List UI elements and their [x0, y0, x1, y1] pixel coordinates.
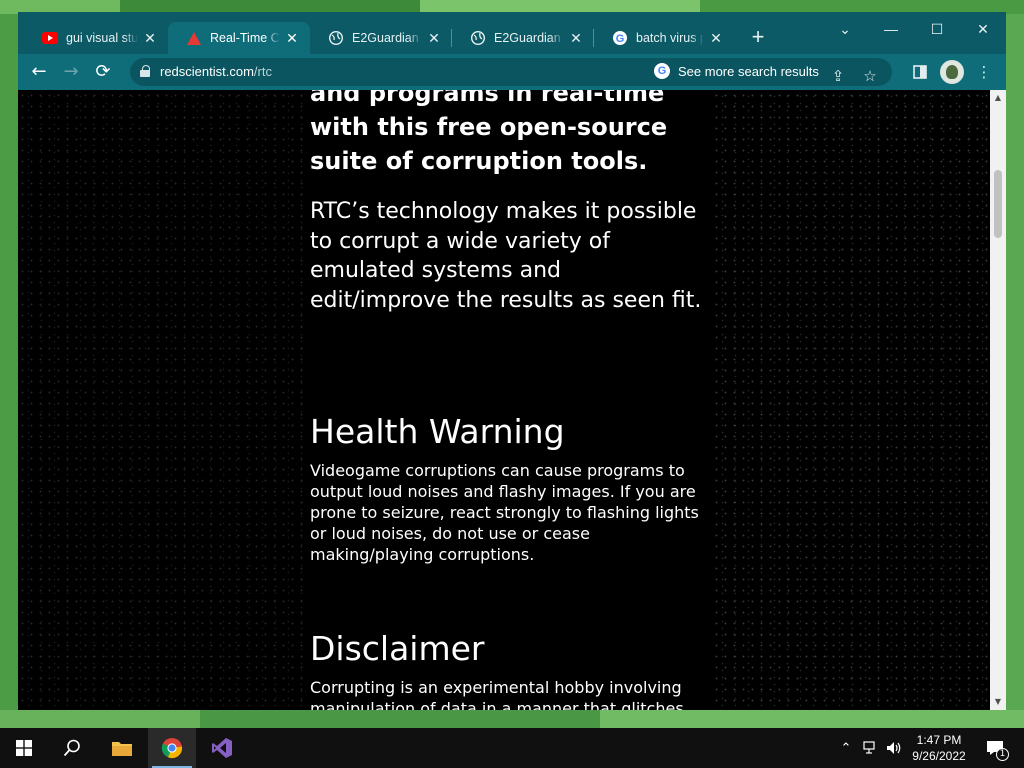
google-icon: G	[612, 30, 628, 46]
close-tab-icon[interactable]: ✕	[568, 30, 584, 46]
tab-title: E2Guardian - Access Denied	[494, 31, 564, 45]
tab-title: gui visual studio	[66, 31, 138, 45]
disclaimer-text: Corrupting is an experimental hobby invo…	[310, 678, 684, 710]
tab-bar: gui visual studio ✕ Real-Time Corruptor …	[18, 12, 1006, 54]
scroll-up-arrow[interactable]: ▲	[990, 90, 1006, 106]
globe-icon	[470, 30, 486, 46]
tab-e2guardian-2[interactable]: E2Guardian - Access Denied ✕	[452, 22, 594, 54]
file-explorer-button[interactable]	[98, 728, 146, 768]
close-tab-icon[interactable]: ✕	[142, 30, 158, 46]
network-icon[interactable]	[860, 728, 882, 768]
lead-line: suite of corruption tools.	[310, 147, 648, 175]
visual-studio-button[interactable]	[198, 728, 246, 768]
tab-e2guardian-1[interactable]: E2Guardian - Access Denied ✕	[310, 22, 452, 54]
rtc-icon	[186, 30, 202, 46]
url-text: redscientist.com/rtc	[160, 64, 272, 79]
minimize-button[interactable]: —	[868, 16, 914, 42]
menu-kebab-icon[interactable]: ⋮	[972, 60, 996, 84]
browser-toolbar: ← → ⟳ redscientist.com/rtc G See more se…	[18, 54, 1006, 90]
disclaimer-heading: Disclaimer	[310, 629, 485, 668]
globe-icon	[328, 30, 344, 46]
show-hidden-icons-chevron[interactable]: ⌃	[836, 728, 856, 768]
lead-line: with this free open-source	[310, 113, 668, 141]
close-tab-icon[interactable]: ✕	[284, 30, 300, 46]
page-viewport: and programs in real-time with this free…	[18, 90, 990, 710]
maximize-button[interactable]: ☐	[914, 16, 960, 42]
youtube-icon	[42, 30, 58, 46]
close-tab-icon[interactable]: ✕	[426, 30, 442, 46]
page-scrollbar[interactable]: ▲ ▼	[990, 90, 1006, 710]
close-tab-icon[interactable]: ✕	[708, 30, 724, 46]
technology-paragraph: RTC’s technology makes it possible to co…	[310, 199, 702, 313]
svg-text:G: G	[616, 33, 625, 45]
tab-batch-virus-prank[interactable]: G batch virus prank ✕	[594, 22, 734, 54]
system-clock[interactable]: 1:47 PM 9/26/2022	[904, 732, 974, 764]
tab-gui-visual-studio[interactable]: gui visual studio ✕	[24, 22, 168, 54]
google-icon: G	[654, 63, 670, 79]
share-icon[interactable]: ⇪	[826, 64, 850, 88]
see-more-search-results[interactable]: G See more search results	[654, 63, 819, 79]
profile-avatar[interactable]	[940, 60, 964, 84]
visual-studio-icon	[212, 738, 232, 758]
scrollbar-thumb[interactable]	[994, 170, 1002, 238]
health-warning-text: Videogame corruptions can cause programs…	[310, 461, 699, 564]
chrome-icon	[161, 738, 183, 759]
chrome-taskbar-button[interactable]	[148, 728, 196, 768]
tab-title: E2Guardian - Access Denied	[352, 31, 422, 45]
scroll-down-arrow[interactable]: ▼	[990, 694, 1006, 710]
clock-date: 9/26/2022	[912, 749, 966, 763]
matrix-background-left	[18, 90, 308, 710]
volume-icon[interactable]	[884, 728, 904, 768]
tab-real-time-corruptor[interactable]: Real-Time Corruptor ✕	[168, 22, 310, 54]
new-tab-button[interactable]: +	[746, 26, 770, 50]
tab-search-chevron-icon[interactable]: ⌄	[822, 16, 868, 42]
close-window-button[interactable]: ✕	[960, 16, 1006, 42]
lock-icon[interactable]	[140, 65, 150, 77]
bookmark-star-icon[interactable]: ☆	[858, 64, 882, 88]
back-button[interactable]: ←	[26, 60, 52, 84]
notification-count: 1	[996, 748, 1009, 761]
start-button[interactable]	[0, 728, 48, 768]
address-bar[interactable]: redscientist.com/rtc G See more search r…	[130, 58, 892, 86]
tab-title: batch virus prank	[636, 31, 704, 45]
notifications-button[interactable]: 1	[980, 728, 1010, 768]
matrix-background-right	[712, 90, 990, 710]
clock-time: 1:47 PM	[916, 733, 962, 747]
lead-line: and programs in real-time	[310, 90, 665, 107]
search-button[interactable]	[48, 728, 96, 768]
windows-logo-icon	[16, 740, 32, 756]
folder-icon	[112, 742, 132, 756]
health-warning-heading: Health Warning	[310, 412, 565, 451]
side-panel-icon[interactable]	[908, 60, 932, 84]
forward-button[interactable]: →	[58, 60, 84, 84]
tab-title: Real-Time Corruptor	[210, 31, 280, 45]
search-icon	[63, 739, 80, 757]
browser-window: gui visual studio ✕ Real-Time Corruptor …	[18, 12, 1006, 710]
reload-button[interactable]: ⟳	[90, 60, 116, 84]
windows-taskbar: ⌃ 1:47 PM 9/26/2022 1	[0, 728, 1024, 768]
